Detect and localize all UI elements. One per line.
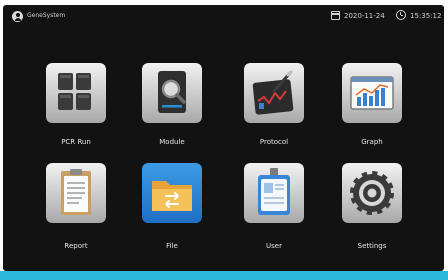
file-button[interactable] xyxy=(142,163,202,223)
protocol-button[interactable] xyxy=(244,63,304,123)
calendar-icon xyxy=(331,11,340,20)
report-icon xyxy=(46,163,106,223)
status-bar: GeneSystem 2020-11-24 15:35:12 xyxy=(3,5,444,29)
date-display: 2020-11-24 xyxy=(344,12,385,20)
user-card-icon xyxy=(244,163,304,223)
graph-button[interactable] xyxy=(342,63,402,123)
time-display: 15:35:12 xyxy=(410,12,442,20)
pcr-run-icon xyxy=(46,63,106,123)
report-button[interactable] xyxy=(46,163,106,223)
user-button[interactable] xyxy=(244,163,304,223)
graph-label: Graph xyxy=(361,138,383,146)
settings-button[interactable] xyxy=(342,163,402,223)
graph-icon xyxy=(342,63,402,123)
system-name: GeneSystem xyxy=(27,12,66,19)
clock-icon xyxy=(396,10,406,20)
protocol-label: Protocol xyxy=(259,138,289,146)
settings-icon xyxy=(342,163,402,223)
module-button[interactable] xyxy=(142,63,202,123)
settings-label: Settings xyxy=(357,242,387,250)
user-icon[interactable] xyxy=(12,11,23,22)
file-icon xyxy=(142,163,202,223)
file-label: File xyxy=(166,242,178,250)
report-label: Report xyxy=(64,242,88,250)
module-label: Module xyxy=(159,138,185,146)
user-label: User xyxy=(266,242,282,250)
module-icon xyxy=(142,63,202,123)
protocol-icon xyxy=(244,63,304,123)
pcr-run-label: PCR Run xyxy=(61,138,91,146)
main-screen: GeneSystem 2020-11-24 15:35:12 PCR Run M… xyxy=(3,5,444,271)
pcr-run-button[interactable] xyxy=(46,63,106,123)
bottom-accent-bar xyxy=(0,271,448,280)
